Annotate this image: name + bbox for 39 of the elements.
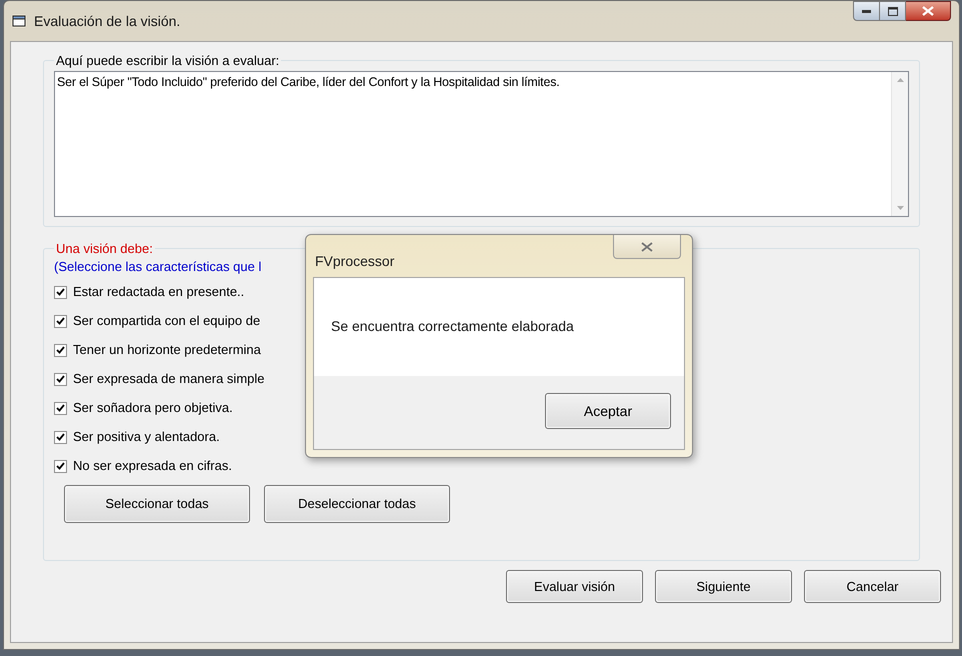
select-button[interactable]: Seleccionar todas xyxy=(64,484,250,522)
check-icon xyxy=(56,375,65,383)
message-text: Se encuentra correctamente elaborada xyxy=(331,318,574,334)
minimize-icon xyxy=(862,10,871,12)
action-button[interactable]: Siguiente xyxy=(655,570,792,603)
checkbox[interactable] xyxy=(54,460,67,472)
action-button[interactable]: Cancelar xyxy=(804,570,941,603)
scroll-down-icon xyxy=(896,206,904,210)
checkbox[interactable] xyxy=(54,402,67,414)
vision-text: Ser el Súper "Todo Incluido" preferido del Caribe, líder del Confort y la Hospitalidad sin límites. xyxy=(56,74,561,91)
check-icon xyxy=(56,433,65,441)
checkbox[interactable] xyxy=(54,286,67,298)
scroll-up-icon xyxy=(896,78,904,82)
check-icon xyxy=(56,317,65,325)
message-box-title: FVprocessor xyxy=(315,252,394,271)
maximize-button[interactable] xyxy=(880,1,906,21)
checkbox[interactable] xyxy=(54,430,67,444)
accept-button[interactable]: Aceptar xyxy=(545,393,671,429)
select-button[interactable]: Deseleccionar todas xyxy=(264,484,450,522)
checkbox[interactable] xyxy=(54,372,67,386)
check-icon xyxy=(56,346,65,354)
action-button[interactable]: Evaluar visión xyxy=(506,570,643,603)
group-label: Una visión debe: xyxy=(55,240,154,258)
vision-text-area[interactable]: Ser el Súper "Todo Incluido" preferido del Caribe, líder del Confort y la Hospitalidad sin límites. xyxy=(54,70,909,216)
maximize-icon xyxy=(888,6,898,16)
window-app-icon xyxy=(12,14,28,28)
check-icon xyxy=(56,462,65,470)
check-icon xyxy=(56,288,65,296)
checkbox[interactable] xyxy=(54,344,67,356)
window-title: Evaluación de la visión. xyxy=(34,12,180,30)
checkbox[interactable] xyxy=(54,314,67,328)
check-icon xyxy=(56,404,65,412)
close-icon xyxy=(922,6,934,16)
hint-text: (Seleccione las características que l xyxy=(54,258,262,274)
group-label: Aquí puede escribir la visión a evaluar: xyxy=(55,52,280,70)
close-button[interactable] xyxy=(906,1,951,21)
minimize-button[interactable] xyxy=(853,1,880,21)
close-icon xyxy=(641,242,653,252)
scrollbar[interactable] xyxy=(891,72,908,216)
